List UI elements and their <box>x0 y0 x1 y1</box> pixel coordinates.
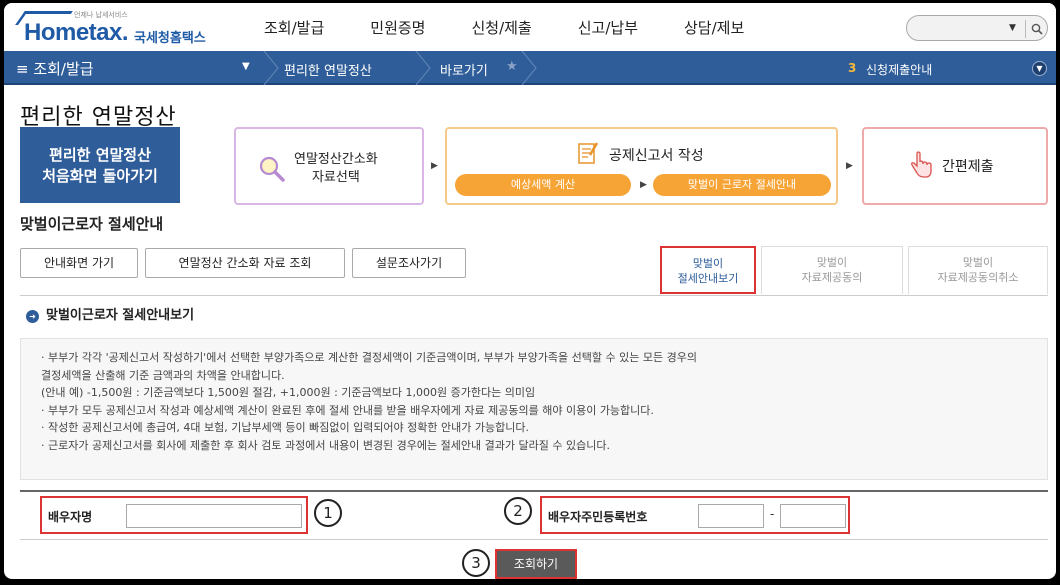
spouse-name-input[interactable] <box>126 504 302 528</box>
logo-text: Hometax. <box>24 19 129 46</box>
breadcrumb-bar: ≡ 조회/발급 ▼ 편리한 연말정산 바로가기 ★ 3 신청제출안내 ▼ <box>4 51 1056 85</box>
step-arrow-icon: ▶ <box>846 161 853 171</box>
step-arrow-icon: ▶ <box>431 161 438 171</box>
form-edit-icon <box>578 142 599 164</box>
shortcut-link[interactable]: 바로가기 <box>440 60 488 79</box>
tab-line2: 절세안내보기 <box>677 272 739 285</box>
search-icon <box>1031 23 1043 35</box>
chevron-separator-icon <box>415 51 431 85</box>
step1-label-line2: 자료선택 <box>311 170 360 185</box>
info-line: · 부부가 각각 '공제신고서 작성하기'에서 선택한 부양가족으로 계산한 결… <box>41 351 697 364</box>
info-box: · 부부가 각각 '공제신고서 작성하기'에서 선택한 부양가족으로 계산한 결… <box>20 338 1048 480</box>
menu-caret-icon[interactable]: ▼ <box>242 61 250 72</box>
tab-line2: 자료제공동의취소 <box>937 271 1019 284</box>
nav-certificates[interactable]: 민원증명 <box>370 17 425 38</box>
simplified-data-button[interactable]: 연말정산 간소화 자료 조회 <box>145 248 345 278</box>
tab-consent-cancel[interactable]: 맞벌이 자료제공동의취소 <box>908 246 1048 294</box>
marker-3: 3 <box>462 549 490 577</box>
nav-inquiry[interactable]: 조회/발급 <box>264 17 324 38</box>
inquiry-submit-button[interactable]: 조회하기 <box>495 549 577 579</box>
pointer-hand-icon <box>911 151 932 178</box>
rrn-front-input[interactable] <box>698 504 764 528</box>
star-icon[interactable]: ★ <box>506 59 518 74</box>
search-input[interactable]: ▼ <box>906 15 1048 41</box>
top-header: 언제나 납세서비스 Hometax. 국세청홈택스 조회/발급 민원증명 신청/… <box>4 3 1056 51</box>
spouse-rrn-label: 배우자주민등록번호 <box>548 510 648 524</box>
info-line: · 작성한 공제신고서에 총급여, 4대 보험, 기납부세액 등이 빠짐없이 입… <box>41 421 529 434</box>
tab-line1: 맞벌이 <box>962 256 994 269</box>
subsection-title: ➜ 맞벌이근로자 절세안내보기 <box>26 304 194 323</box>
app-frame: 언제나 납세서비스 Hometax. 국세청홈택스 조회/발급 민원증명 신청/… <box>4 3 1056 579</box>
chevron-separator-icon <box>521 51 537 85</box>
tab-line1: 맞벌이 <box>692 257 724 270</box>
spouse-name-label: 배우자명 <box>48 510 93 524</box>
home-button-line2: 처음화면 돌아가기 <box>42 167 158 185</box>
info-line: · 근로자가 공제신고서를 회사에 제출한 후 회사 검토 과정에서 내용이 변… <box>41 438 610 452</box>
step1-label-line1: 연말정산간소화 <box>294 152 378 167</box>
rrn-dash: - <box>770 507 775 521</box>
info-line: 결정세액을 산출해 기준 금액과의 차액을 안내합니다. <box>41 368 285 382</box>
chevron-down-icon[interactable]: ▼ <box>1009 23 1016 33</box>
menu-dropdown[interactable]: ≡ 조회/발급 <box>16 58 94 79</box>
search-button[interactable] <box>1025 20 1047 38</box>
estimate-tax-pill[interactable]: 예상세액 계산 <box>455 174 631 196</box>
notice-number: 3 <box>848 61 857 75</box>
spouse-name-group: 배우자명 <box>40 496 308 534</box>
step3-label: 간편제출 <box>942 159 994 175</box>
search-form: 배우자명 배우자주민등록번호 - <box>20 490 1048 540</box>
step-write-form: 공제신고서 작성 예상세액 계산 ▶ 맞벌이 근로자 절세안내 <box>445 127 838 205</box>
tab-line1: 맞벌이 <box>816 256 848 269</box>
info-line: · 부부가 모두 공제신고서 작성과 예상세액 계산이 완료된 후에 절세 안내… <box>41 403 654 417</box>
step2-label: 공제신고서 작성 <box>609 148 704 164</box>
rrn-back-input[interactable] <box>780 504 846 528</box>
top-nav: 조회/발급 민원증명 신청/제출 신고/납부 상담/제보 <box>264 17 790 38</box>
step-select-data[interactable]: 연말정산간소화 자료선택 <box>234 127 424 205</box>
dual-income-pill[interactable]: 맞벌이 근로자 절세안내 <box>653 174 831 196</box>
arrow-right-icon: ➜ <box>26 310 39 323</box>
tab-line2: 자료제공동의 <box>801 271 863 284</box>
home-return-button[interactable]: 편리한 연말정산 처음화면 돌아가기 <box>20 127 180 203</box>
step-arrow-icon: ▶ <box>640 180 647 190</box>
divider <box>20 295 1048 296</box>
step1-label: 연말정산간소화 자료선택 <box>294 151 378 187</box>
marker-1: 1 <box>314 499 342 527</box>
tab-tax-saving-guide[interactable]: 맞벌이 절세안내보기 <box>660 246 756 294</box>
hometax-logo[interactable]: 언제나 납세서비스 Hometax. 국세청홈택스 <box>15 7 218 47</box>
nav-apply[interactable]: 신청/제출 <box>471 17 531 38</box>
spouse-rrn-group: 배우자주민등록번호 - <box>540 496 850 534</box>
magnifier-icon <box>259 156 285 182</box>
subsection-title-text: 맞벌이근로자 절세안내보기 <box>46 308 195 323</box>
guide-screen-button[interactable]: 안내화면 가기 <box>20 248 138 278</box>
tab-data-consent[interactable]: 맞벌이 자료제공동의 <box>761 246 903 294</box>
step-simple-submit[interactable]: 간편제출 <box>862 127 1048 205</box>
survey-button[interactable]: 설문조사가기 <box>352 248 466 278</box>
nav-report[interactable]: 신고/납부 <box>578 17 638 38</box>
nav-consult[interactable]: 상담/제보 <box>684 17 744 38</box>
breadcrumb-item[interactable]: 편리한 연말정산 <box>284 60 372 79</box>
home-button-line1: 편리한 연말정산 <box>49 146 151 164</box>
info-line: (안내 예) -1,500원 : 기준금액보다 1,500원 절감, +1,00… <box>41 386 536 399</box>
chevron-separator-icon <box>263 51 279 85</box>
chevron-down-icon[interactable]: ▼ <box>1032 61 1047 76</box>
notice-link[interactable]: 신청제출안내 <box>866 61 932 78</box>
marker-2: 2 <box>504 497 532 525</box>
logo-text-kr: 국세청홈택스 <box>134 31 206 46</box>
section-title: 맞벌이근로자 절세안내 <box>20 215 164 233</box>
